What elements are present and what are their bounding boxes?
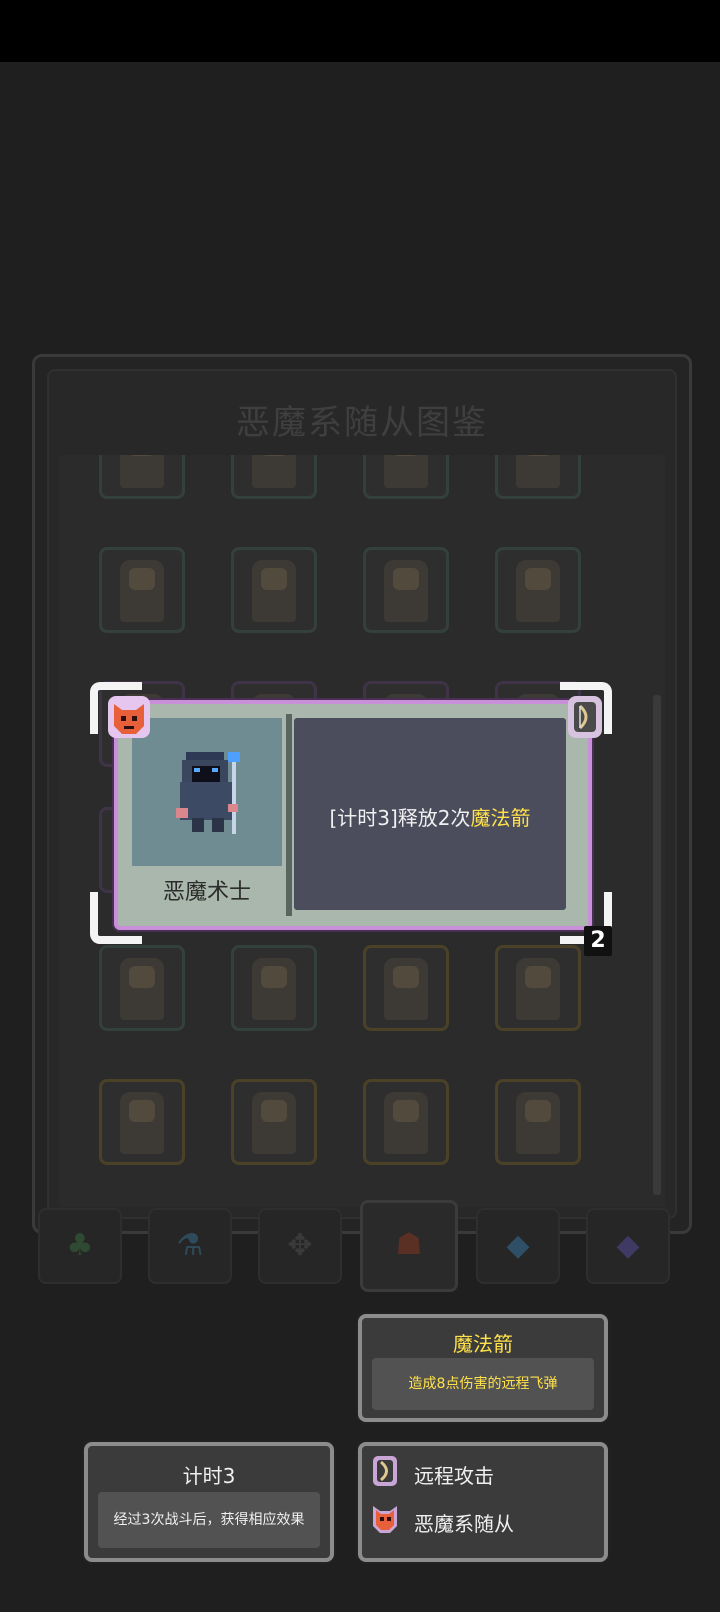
minion-cell[interactable]	[99, 1079, 185, 1165]
magic-arrow-description: 造成8点伤害的远程飞弹	[372, 1358, 594, 1410]
tab-purple-gem[interactable]: ◆	[586, 1208, 670, 1284]
tab-potion[interactable]: ⚗	[148, 1208, 232, 1284]
timer-tooltip: 计时3 经过3次战斗后，获得相应效果	[84, 1442, 334, 1562]
keyword-ranged: 远程攻击	[373, 1456, 494, 1489]
minion-sprite	[516, 455, 560, 488]
level-badge: 2	[584, 926, 612, 956]
clover-icon: ♣	[66, 1228, 94, 1263]
minion-sprite	[384, 1092, 428, 1154]
ability-description-box: [计时3]释放2次魔法箭	[294, 718, 566, 910]
bow-icon	[574, 702, 596, 732]
timer-title: 计时3	[182, 1464, 236, 1488]
minion-cell[interactable]	[231, 547, 317, 633]
keyword-demon-label: 恶魔系随从	[414, 1512, 514, 1536]
minion-sprite	[252, 455, 296, 488]
minion-cell[interactable]	[231, 1079, 317, 1165]
bow-icon	[373, 1456, 397, 1486]
minion-sprite	[516, 1092, 560, 1154]
minion-sprite	[120, 958, 164, 1020]
tab-blue-gem[interactable]: ◆	[476, 1208, 560, 1284]
tab-clover[interactable]: ♣	[38, 1208, 122, 1284]
unit-portrait	[132, 718, 282, 866]
card-body: 恶魔术士 [计时3]释放2次魔法箭	[114, 700, 592, 930]
minion-cell[interactable]	[363, 945, 449, 1031]
minion-cell[interactable]	[99, 945, 185, 1031]
minion-sprite	[384, 958, 428, 1020]
minion-sprite	[252, 1092, 296, 1154]
minion-sprite	[516, 958, 560, 1020]
timer-description: 经过3次战斗后，获得相应效果	[98, 1492, 320, 1548]
minion-cell[interactable]	[495, 1079, 581, 1165]
minion-cell[interactable]	[363, 547, 449, 633]
minion-sprite	[252, 958, 296, 1020]
blue-gem-icon: ◆	[506, 1228, 530, 1263]
collection-title: 恶魔系随从图鉴	[236, 403, 488, 443]
ability-keyword-link[interactable]: 魔法箭	[471, 806, 531, 830]
minion-cell[interactable]	[495, 547, 581, 633]
minion-cell[interactable]	[99, 547, 185, 633]
card-divider	[286, 714, 292, 916]
keyword-tooltip: 远程攻击 恶魔系随从	[358, 1442, 608, 1562]
demon-warlock-sprite	[176, 752, 240, 834]
demon-faction-badge	[108, 696, 150, 738]
minion-cell[interactable]	[363, 455, 449, 499]
cross-rune-icon: ✥	[287, 1228, 313, 1263]
minion-cell[interactable]	[495, 455, 581, 499]
status-bar	[0, 0, 720, 62]
minion-cell[interactable]	[363, 1079, 449, 1165]
unit-name: 恶魔术士	[162, 880, 251, 905]
minion-sprite	[120, 560, 164, 622]
demon-mask-icon	[114, 704, 144, 734]
minion-sprite	[120, 1092, 164, 1154]
minion-sprite	[120, 455, 164, 488]
minion-cell[interactable]	[231, 455, 317, 499]
minion-cell[interactable]	[99, 455, 185, 499]
minion-sprite	[384, 560, 428, 622]
ranged-type-badge	[568, 696, 602, 738]
demon-mask-icon	[373, 1506, 397, 1533]
minion-sprite	[516, 560, 560, 622]
minion-sprite	[384, 455, 428, 488]
tab-rune[interactable]: ✥	[258, 1208, 342, 1284]
tab-demon[interactable]: ☗	[360, 1200, 458, 1292]
minion-cell[interactable]	[231, 945, 317, 1031]
purple-gem-icon: ◆	[616, 1228, 640, 1263]
magic-arrow-title: 魔法箭	[453, 1332, 513, 1356]
minion-sprite	[252, 560, 296, 622]
minion-cell[interactable]	[495, 945, 581, 1031]
demon-mask-icon: ☗	[395, 1227, 423, 1262]
ability-text: [计时3]释放2次	[329, 806, 471, 830]
grid-scrollbar[interactable]	[653, 695, 661, 1195]
keyword-demon: 恶魔系随从	[373, 1506, 514, 1537]
minion-detail-card[interactable]: 恶魔术士 [计时3]释放2次魔法箭	[90, 682, 612, 944]
potion-icon: ⚗	[176, 1228, 204, 1263]
magic-arrow-tooltip: 魔法箭 造成8点伤害的远程飞弹	[358, 1314, 608, 1422]
ability-description: [计时3]释放2次魔法箭	[294, 802, 566, 831]
keyword-ranged-label: 远程攻击	[414, 1464, 494, 1488]
